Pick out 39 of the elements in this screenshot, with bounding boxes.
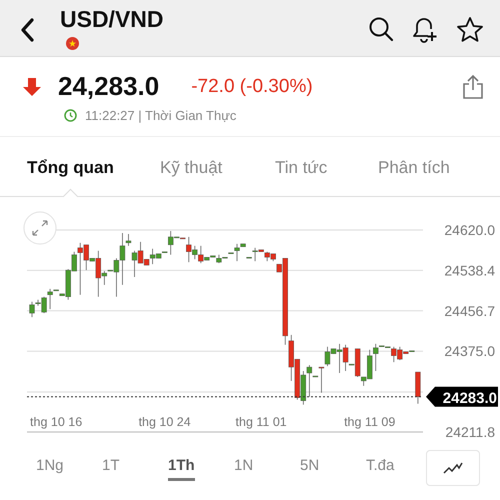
tab[interactable]: Phân tích <box>378 139 500 196</box>
back-icon <box>20 18 34 42</box>
axis-label: 24620.0 <box>444 222 495 238</box>
search-button[interactable] <box>368 16 394 44</box>
period-tab[interactable]: 1N <box>222 449 288 487</box>
favorite-button[interactable] <box>456 16 484 44</box>
star-icon <box>456 16 484 43</box>
share-button[interactable] <box>462 74 484 100</box>
axis-label: 24456.7 <box>444 302 495 319</box>
axis-label: 24211.8 <box>445 424 495 440</box>
tab[interactable]: Kỹ thuật <box>160 139 275 196</box>
axis-label: 24375.0 <box>444 343 495 360</box>
symbol-title: USD/VND <box>60 6 164 33</box>
price-value: 24,283.0 <box>58 71 160 102</box>
chart-type-button[interactable] <box>426 450 480 486</box>
candle <box>415 372 421 404</box>
ref-line-label: 24283.0 <box>442 390 497 407</box>
axis-label: 24538.4 <box>444 262 495 278</box>
last-price-tag: 24283.0 <box>426 386 498 407</box>
share-icon <box>462 74 484 100</box>
axis-label: thg 10 24 <box>138 415 191 429</box>
flag-icon <box>66 37 79 50</box>
bell-plus-icon <box>412 16 438 44</box>
period-tab[interactable]: T.đa <box>354 449 420 487</box>
period-tab[interactable]: 5N <box>288 449 354 487</box>
add-alert-button[interactable] <box>412 16 438 44</box>
axis-label: thg 11 01 <box>236 415 287 429</box>
clock-icon <box>64 109 77 122</box>
price-change: -72.0 (-0.30%) <box>191 76 313 98</box>
search-icon <box>368 16 394 42</box>
line-chart-icon <box>443 462 463 474</box>
axis-label: thg 10 16 <box>30 415 82 429</box>
period-tab[interactable]: 1Ng <box>24 449 90 487</box>
tab[interactable]: Tin tức <box>275 139 378 196</box>
expand-button[interactable] <box>24 212 56 244</box>
axis-label: thg 11 09 <box>344 415 396 429</box>
update-time: 11:22:27 | Thời Gian Thực <box>85 108 236 123</box>
period-tab[interactable]: 1Th <box>156 449 222 487</box>
period-tab[interactable]: 1T <box>90 449 156 487</box>
